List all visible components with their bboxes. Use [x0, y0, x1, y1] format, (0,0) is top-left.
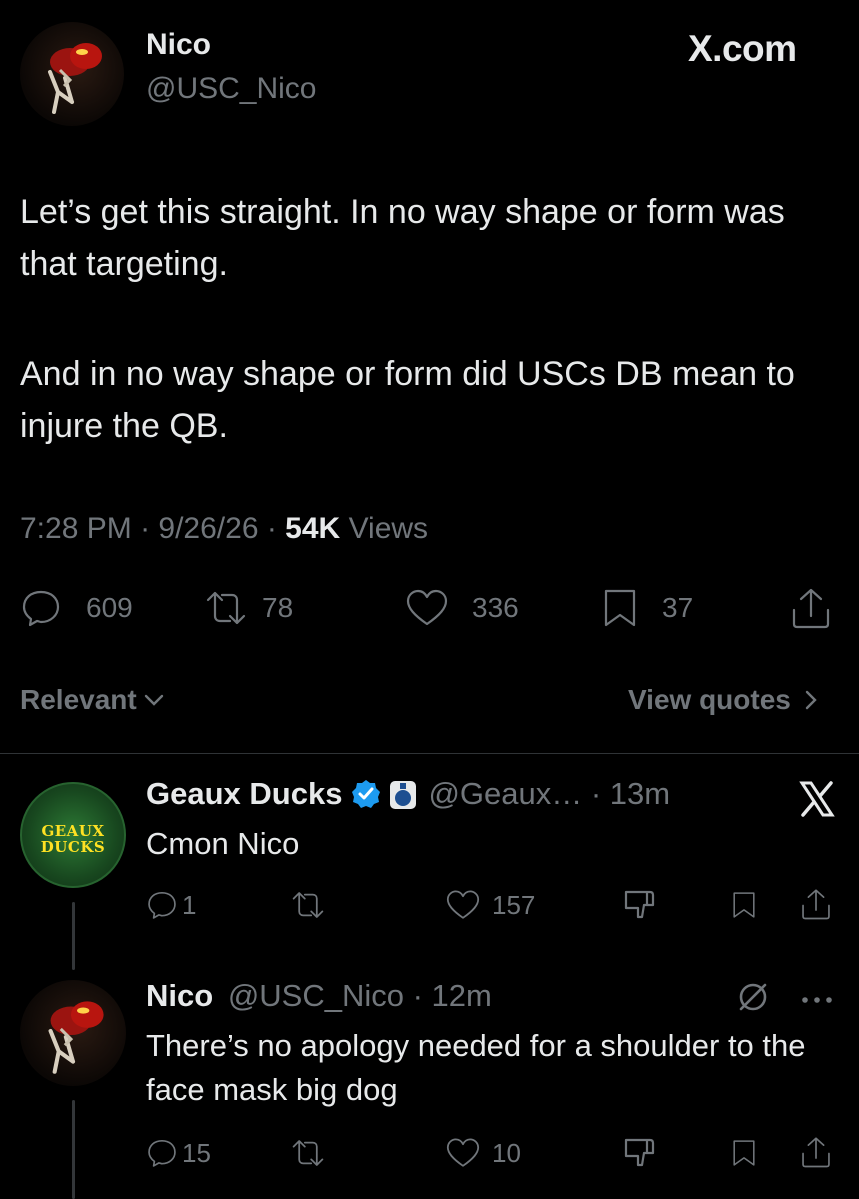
tweet-meta: 7:28 PM · 9/26/26 · 54K Views — [20, 512, 429, 545]
thumbs-down-icon — [624, 1138, 655, 1167]
affiliate-badge-icon — [390, 781, 417, 809]
sort-dropdown[interactable]: Relevant — [20, 684, 165, 716]
x-logo-icon — [798, 780, 836, 818]
verified-badge-icon — [352, 780, 381, 808]
reply-avatar-ducks[interactable]: GEAUX DUCKS — [20, 782, 126, 888]
heart-icon — [446, 1138, 480, 1167]
more-options-icon[interactable] — [800, 992, 834, 1010]
no-entry-icon[interactable] — [736, 980, 770, 1019]
reply-count: 609 — [86, 592, 133, 623]
views-count: 54K — [285, 512, 341, 545]
author-name[interactable]: Nico — [146, 28, 211, 62]
reply-handle-time[interactable]: @USC_Nico · 12m — [228, 978, 492, 1013]
sort-label: Relevant — [20, 684, 137, 715]
reply-text: There’s no apology needed for a shoulder… — [146, 1028, 806, 1107]
tweet-text-paragraph-2: And in no way shape or form did USCs DB … — [20, 355, 795, 445]
repost-icon — [292, 1140, 324, 1166]
view-quotes-link[interactable]: View quotes — [628, 684, 819, 716]
dislike-button[interactable] — [622, 888, 658, 922]
ducks-logo-text-2: DUCKS — [40, 838, 106, 856]
like-count: 336 — [472, 592, 519, 623]
like-button[interactable]: 336 — [404, 588, 519, 628]
repost-icon — [292, 892, 324, 918]
bookmark-icon — [733, 892, 755, 918]
reply-author-name[interactable]: Nico — [146, 978, 213, 1013]
like-count: 157 — [492, 889, 536, 920]
skeleton-helmet-icon — [48, 43, 102, 114]
share-icon — [802, 889, 830, 920]
repost-count: 78 — [262, 592, 294, 623]
tweet-text-paragraph-1: Let’s get this straight. In no way shape… — [20, 193, 785, 283]
reply-header: Geaux Ducks @Geaux… · 13m — [146, 776, 670, 812]
repost-icon — [206, 591, 246, 625]
reply-header: Nico @USC_Nico · 12m — [146, 978, 492, 1014]
bookmark-button[interactable]: 37 — [600, 588, 693, 628]
divider — [0, 753, 859, 754]
bookmark-button[interactable] — [730, 888, 758, 922]
thumbs-down-icon — [624, 890, 655, 919]
like-button[interactable]: 10 — [444, 1136, 521, 1170]
heart-icon — [446, 890, 480, 919]
share-button[interactable] — [800, 886, 832, 922]
reply-handle-time[interactable]: @Geaux… · 13m — [428, 776, 670, 812]
share-button[interactable] — [800, 1134, 832, 1170]
repost-button[interactable] — [290, 1136, 326, 1170]
author-handle[interactable]: @USC_Nico — [146, 72, 317, 106]
reply-icon — [148, 1139, 176, 1167]
reply-count: 15 — [182, 1137, 211, 1168]
reply-count: 1 — [182, 889, 197, 920]
reply-avatar-nico[interactable] — [20, 980, 126, 1086]
like-button[interactable]: 157 — [444, 888, 535, 922]
bookmark-icon — [604, 589, 636, 627]
share-icon — [802, 1137, 830, 1168]
reply-button[interactable]: 609 — [20, 588, 133, 628]
tweet-time[interactable]: 7:28 PM — [20, 512, 132, 545]
reply-text: Cmon Nico — [146, 826, 300, 861]
reply-icon — [148, 891, 176, 919]
chevron-down-icon — [144, 694, 163, 706]
thread-line — [72, 902, 75, 970]
bookmark-count: 37 — [662, 592, 694, 623]
share-button[interactable] — [790, 586, 832, 630]
reply-button[interactable]: 15 — [146, 1136, 211, 1170]
like-count: 10 — [492, 1137, 521, 1168]
share-icon — [792, 588, 830, 629]
bookmark-button[interactable] — [730, 1136, 758, 1170]
heart-icon — [406, 589, 448, 626]
x-com-badge: X.com — [688, 28, 797, 69]
dislike-button[interactable] — [622, 1136, 658, 1170]
repost-button[interactable]: 78 — [204, 588, 293, 628]
bookmark-icon — [733, 1140, 755, 1166]
views-label: Views — [348, 512, 429, 545]
author-avatar[interactable] — [20, 22, 124, 126]
repost-button[interactable] — [290, 888, 326, 922]
chevron-right-icon — [805, 690, 817, 710]
thread-line — [72, 1100, 75, 1199]
tweet-date[interactable]: 9/26/26 — [158, 512, 258, 545]
reply-icon — [22, 590, 60, 627]
reply-button[interactable]: 1 — [146, 888, 196, 922]
reply-author-name[interactable]: Geaux Ducks — [146, 776, 342, 812]
skeleton-helmet-icon — [48, 1001, 104, 1074]
view-quotes-label: View quotes — [628, 684, 791, 715]
